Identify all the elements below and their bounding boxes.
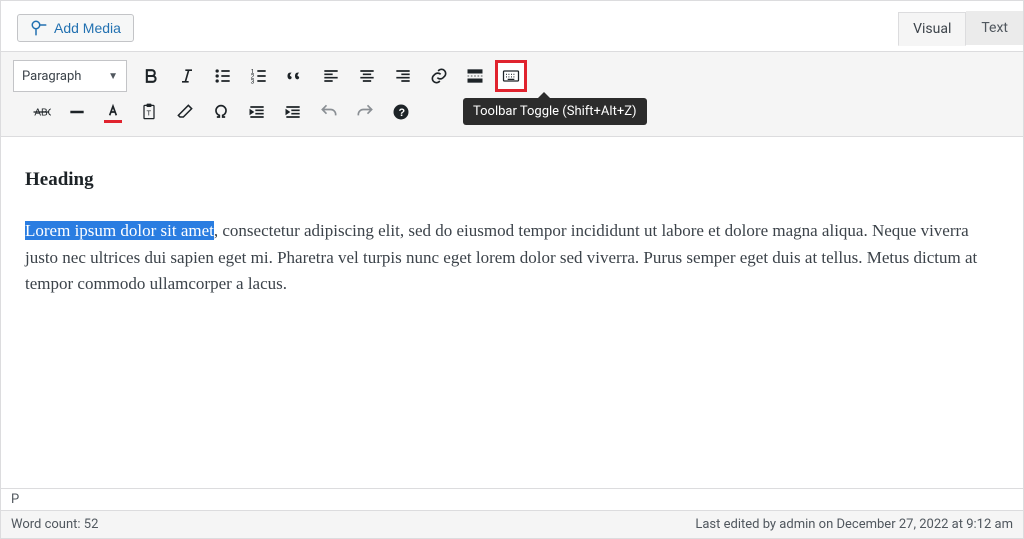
clear-formatting-button[interactable] <box>169 96 201 128</box>
tab-text[interactable]: Text <box>966 11 1023 45</box>
format-select[interactable]: Paragraph ▼ <box>13 60 127 92</box>
help-button[interactable]: ? <box>385 96 417 128</box>
element-path[interactable]: P <box>1 488 1023 510</box>
last-edited: Last edited by admin on December 27, 202… <box>695 517 1013 532</box>
align-left-button[interactable] <box>315 60 347 92</box>
redo-icon <box>355 102 375 122</box>
numbered-list-button[interactable]: 123 <box>243 60 275 92</box>
editor-wrap: Add Media Visual Text Paragraph ▼ 123 To… <box>0 0 1024 539</box>
redo-button[interactable] <box>349 96 381 128</box>
align-left-icon <box>321 66 341 86</box>
color-swatch <box>104 120 122 123</box>
text-color-button[interactable] <box>97 96 129 128</box>
align-center-icon <box>357 66 377 86</box>
bullet-list-button[interactable] <box>207 60 239 92</box>
strikethrough-icon: ABC <box>31 102 51 122</box>
bold-button[interactable] <box>135 60 167 92</box>
special-char-button[interactable] <box>205 96 237 128</box>
svg-text:ABC: ABC <box>34 107 51 118</box>
toolbar-row-1: Paragraph ▼ 123 Toolbar Toggle (Shift+Al… <box>13 58 1011 94</box>
bullet-list-icon <box>213 66 233 86</box>
format-select-label: Paragraph <box>22 69 81 84</box>
paste-text-button[interactable]: T <box>133 96 165 128</box>
svg-text:T: T <box>147 108 152 117</box>
hr-icon <box>67 102 87 122</box>
hr-button[interactable] <box>61 96 93 128</box>
link-icon <box>429 66 449 86</box>
readmore-icon <box>465 66 485 86</box>
outdent-button[interactable] <box>241 96 273 128</box>
align-right-icon <box>393 66 413 86</box>
italic-button[interactable] <box>171 60 203 92</box>
media-icon <box>30 19 48 37</box>
editor-content[interactable]: Heading Lorem ipsum dolor sit amet, cons… <box>1 137 1023 488</box>
omega-icon <box>211 102 231 122</box>
strikethrough-button[interactable]: ABC <box>25 96 57 128</box>
top-row: Add Media Visual Text <box>1 1 1023 52</box>
link-button[interactable] <box>423 60 455 92</box>
clipboard-icon: T <box>139 102 159 122</box>
word-count: Word count: 52 <box>11 517 98 532</box>
quote-icon <box>285 66 305 86</box>
eraser-icon <box>175 102 195 122</box>
add-media-label: Add Media <box>54 20 121 36</box>
svg-text:?: ? <box>399 107 406 119</box>
toolbar-toggle-button[interactable] <box>495 60 527 92</box>
numbered-list-icon: 123 <box>249 66 269 86</box>
content-paragraph[interactable]: Lorem ipsum dolor sit amet, consectetur … <box>25 218 999 297</box>
readmore-button[interactable] <box>459 60 491 92</box>
align-right-button[interactable] <box>387 60 419 92</box>
undo-button[interactable] <box>313 96 345 128</box>
tab-visual[interactable]: Visual <box>898 12 966 46</box>
selected-text[interactable]: Lorem ipsum dolor sit amet <box>25 221 214 240</box>
add-media-button[interactable]: Add Media <box>17 14 134 42</box>
bold-icon <box>141 66 161 86</box>
editor-tabs: Visual Text <box>898 11 1023 45</box>
content-heading[interactable]: Heading <box>25 165 999 194</box>
tooltip: Toolbar Toggle (Shift+Alt+Z) <box>463 98 647 125</box>
help-icon: ? <box>391 102 411 122</box>
text-color-icon <box>103 102 123 122</box>
keyboard-icon <box>501 66 521 86</box>
undo-icon <box>319 102 339 122</box>
indent-icon <box>283 102 303 122</box>
toolbar: Paragraph ▼ 123 Toolbar Toggle (Shift+Al… <box>1 52 1023 137</box>
blockquote-button[interactable] <box>279 60 311 92</box>
align-center-button[interactable] <box>351 60 383 92</box>
svg-text:3: 3 <box>251 79 255 86</box>
indent-button[interactable] <box>277 96 309 128</box>
italic-icon <box>177 66 197 86</box>
chevron-down-icon: ▼ <box>108 71 118 82</box>
outdent-icon <box>247 102 267 122</box>
status-bar: Word count: 52 Last edited by admin on D… <box>1 510 1023 538</box>
